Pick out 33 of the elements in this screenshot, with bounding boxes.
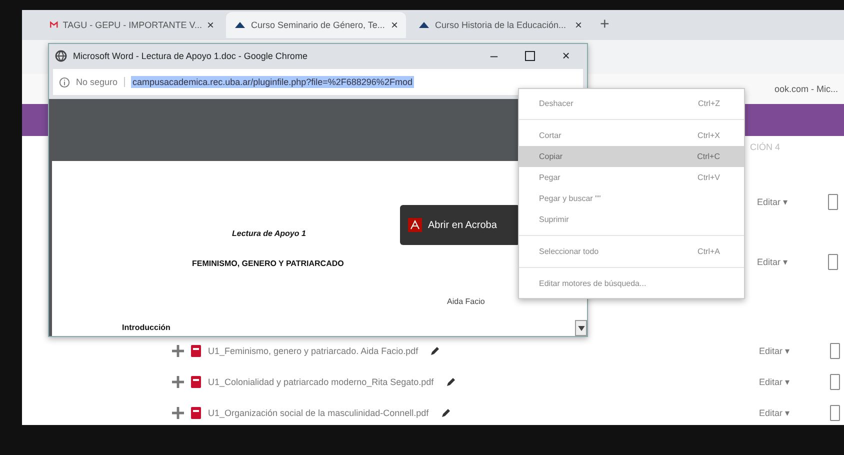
close-button[interactable]: × xyxy=(551,48,581,63)
menu-item[interactable]: Pegar y buscar "" xyxy=(519,188,744,209)
document-subtitle: Lectura de Apoyo 1 xyxy=(232,229,306,238)
menu-item[interactable]: Pegar Ctrl+V xyxy=(519,167,744,188)
document-author: Aida Facio xyxy=(447,297,485,306)
file-link[interactable]: U1_Organización social de la masculinidad-Connell.pdf xyxy=(208,408,429,418)
bookmark[interactable]: ook.com - Mic... xyxy=(774,84,838,94)
section-title: Introducción xyxy=(122,323,170,332)
file-link[interactable]: U1_Colonialidad y patriarcado moderno_Rita Segato.pdf xyxy=(208,377,434,387)
new-tab-button[interactable]: + xyxy=(600,16,610,34)
document-title: FEMINISMO, GENERO Y PATRIARCADO xyxy=(192,259,344,268)
menu-item[interactable]: Editar motores de búsqueda... xyxy=(519,273,744,294)
menu-item[interactable]: Copiar Ctrl+C xyxy=(519,146,744,167)
edit-link[interactable]: Editar ▾ xyxy=(758,346,790,356)
edit-link[interactable]: Editar ▾ xyxy=(757,197,788,207)
open-in-acrobat-button[interactable]: Abrir en Acroba xyxy=(400,205,520,245)
browser-tab[interactable]: Curso Historia de la Educación... × xyxy=(410,12,590,38)
url-text: campusacademica.rec.uba.ar/pluginfile.php?file=%2F688296%2Fmod xyxy=(130,76,414,88)
browser-tab[interactable]: Curso Seminario de Género, Te... × xyxy=(226,12,406,38)
menu-item[interactable]: Suprimir xyxy=(519,209,744,230)
menu-item[interactable]: Cortar Ctrl+X xyxy=(519,125,744,146)
browser-tab[interactable]: TAGU - GEPU - IMPORTANTE V... × xyxy=(42,12,222,38)
edit-link[interactable]: Editar ▾ xyxy=(758,408,790,418)
window-title: Microsoft Word - Lectura de Apoyo 1.doc - Google Chrome xyxy=(73,50,308,60)
section-heading: CIÓN 4 xyxy=(750,142,780,152)
file-link[interactable]: U1_Feminismo, genero y patriarcado. Aida Facio.pdf xyxy=(208,346,418,356)
edit-link[interactable]: Editar ▾ xyxy=(758,377,790,387)
menu-item[interactable]: Deshacer Ctrl+Z xyxy=(519,93,744,114)
edit-link[interactable]: Editar ▾ xyxy=(757,257,788,267)
menu-item[interactable]: Seleccionar todo Ctrl+A xyxy=(519,241,744,262)
security-label: No seguro xyxy=(76,77,125,87)
minimize-button[interactable]: – xyxy=(479,48,509,63)
address-bar[interactable]: No seguro campusacademica.rec.uba.ar/pluginfile.php?file=%2F688296%2Fmod xyxy=(53,69,583,95)
